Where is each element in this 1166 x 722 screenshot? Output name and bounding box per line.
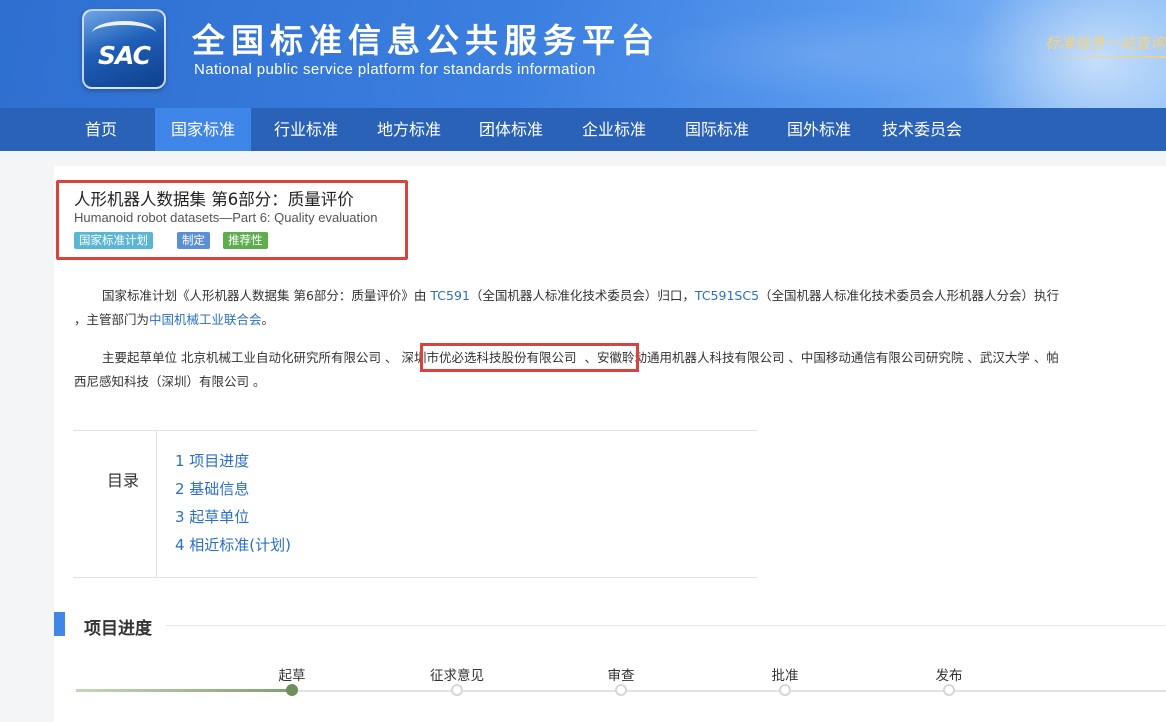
toc-item-basic-info[interactable]: 2 基础信息 bbox=[175, 478, 249, 499]
progress-step-label: 审查 bbox=[607, 668, 635, 684]
section-accent-bar bbox=[54, 612, 65, 636]
logo-text: SAC bbox=[98, 41, 151, 70]
globe-glow-decoration bbox=[966, 0, 1166, 108]
progress-step-dot bbox=[615, 684, 627, 696]
intro-text: 国家标准计划《人形机器人数据集 第6部分：质量评价》由 bbox=[102, 288, 431, 303]
nav-local-standards[interactable]: 地方标准 bbox=[361, 108, 457, 151]
progress-step-dot bbox=[286, 684, 298, 696]
toc-heading: 目录 bbox=[107, 471, 140, 490]
drafters-text: 主要起草单位 北京机械工业自动化研究所有限公司 、 bbox=[102, 350, 398, 365]
badge-nature: 推荐性 bbox=[223, 232, 268, 249]
toc-label-cell: 目录 bbox=[73, 431, 157, 577]
progress-step-label: 批准 bbox=[771, 668, 799, 684]
site-subtitle: National public service platform for sta… bbox=[194, 61, 596, 78]
tc591sc5-link[interactable]: TC591SC5 bbox=[695, 288, 759, 303]
progress-step-dot bbox=[943, 684, 955, 696]
intro-line-2: ，主管部门为中国机械工业联合会。 bbox=[74, 308, 274, 332]
department-link[interactable]: 中国机械工业联合会 bbox=[149, 312, 262, 327]
progress-step-label: 发布 bbox=[935, 668, 963, 684]
section-title-progress: 项目进度 bbox=[84, 619, 152, 639]
progress-fill bbox=[76, 689, 292, 692]
sac-logo[interactable]: SAC bbox=[82, 9, 166, 89]
progress-step-dot bbox=[451, 684, 463, 696]
progress-step-label: 征求意见 bbox=[430, 668, 484, 684]
toc-item-similar-standards[interactable]: 4 相近标准(计划) bbox=[175, 534, 291, 555]
badge-status: 制定 bbox=[177, 232, 210, 249]
progress-step-dot bbox=[779, 684, 791, 696]
tc591-link[interactable]: TC591 bbox=[430, 288, 470, 303]
drafters-text: 、安徽聆动通用机器人科技有限公司 、中国移动通信有限公司研究院 、武汉大学 、帕 bbox=[580, 350, 1059, 365]
intro-text: ，主管部门为 bbox=[74, 312, 150, 327]
progress-step-label: 起草 bbox=[278, 668, 306, 684]
section-divider bbox=[166, 625, 1166, 626]
badge-plan-type: 国家标准计划 bbox=[74, 232, 153, 249]
drafter-highlight-box bbox=[420, 343, 639, 372]
nav-international-standards[interactable]: 国际标准 bbox=[669, 108, 765, 151]
intro-text: （全国机器人标准化技术委员会）归口， bbox=[469, 288, 695, 303]
nav-technical-committees[interactable]: 技术委员会 bbox=[872, 108, 972, 151]
world-map-decoration bbox=[640, 10, 1020, 100]
intro-line-1: 国家标准计划《人形机器人数据集 第6部分：质量评价》由 TC591（全国机器人标… bbox=[102, 284, 1059, 308]
standard-title-en: Humanoid robot datasets—Part 6: Quality … bbox=[74, 210, 378, 225]
toc-item-progress[interactable]: 1 项目进度 bbox=[175, 450, 249, 471]
nav-home[interactable]: 首页 bbox=[62, 108, 140, 151]
intro-text: 。 bbox=[261, 312, 275, 327]
slogan-text: 标准信息一站查询 bbox=[1045, 34, 1166, 52]
standard-title: 人形机器人数据集 第6部分：质量评价 bbox=[74, 190, 354, 209]
drafters-line-2: 西尼感知科技（深圳）有限公司 。 bbox=[74, 374, 266, 389]
nav-enterprise-standards[interactable]: 企业标准 bbox=[566, 108, 662, 151]
toc-item-drafters[interactable]: 3 起草单位 bbox=[175, 506, 249, 527]
nav-industry-standards[interactable]: 行业标准 bbox=[258, 108, 354, 151]
nav-foreign-standards[interactable]: 国外标准 bbox=[771, 108, 867, 151]
main-nav: 首页 国家标准 行业标准 地方标准 团体标准 企业标准 国际标准 国外标准 技术… bbox=[0, 108, 1166, 151]
site-title: 全国标准信息公共服务平台 bbox=[192, 21, 660, 60]
nav-national-standards[interactable]: 国家标准 bbox=[155, 108, 251, 151]
header-banner: SAC 全国标准信息公共服务平台 National public service… bbox=[0, 0, 1166, 108]
slogan-underline bbox=[1036, 56, 1166, 58]
intro-text: （全国机器人标准化技术委员会人形机器人分会）执行 bbox=[759, 288, 1060, 303]
nav-group-standards[interactable]: 团体标准 bbox=[463, 108, 559, 151]
